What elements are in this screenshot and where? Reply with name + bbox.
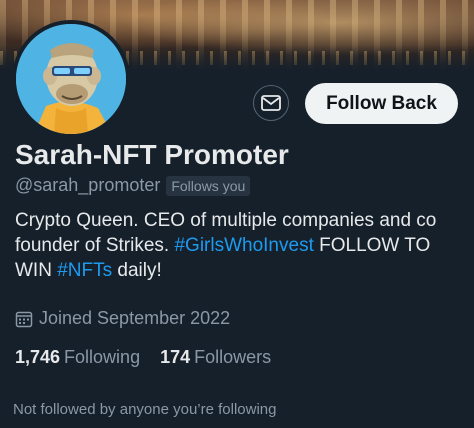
avatar[interactable] [12, 20, 130, 138]
mail-icon [261, 95, 281, 111]
following-link[interactable]: 1,746 Following [15, 347, 140, 368]
following-label: Following [64, 347, 141, 367]
profile-handle: @sarah_promoter [15, 175, 161, 195]
follow-stats: 1,746 Following 174 Followers [15, 347, 291, 368]
handle-row: @sarah_promoter Follows you [15, 175, 251, 196]
calendar-icon [15, 311, 33, 327]
followers-count: 174 [160, 347, 191, 367]
message-button[interactable] [253, 85, 289, 121]
joined-text: Joined September 2022 [39, 308, 231, 328]
follows-you-badge: Follows you [166, 175, 251, 196]
ape-avatar-image [16, 24, 126, 134]
bio-text-3: daily! [112, 260, 162, 281]
followers-link[interactable]: 174 Followers [160, 347, 271, 368]
following-count: 1,746 [15, 347, 61, 367]
follow-back-button[interactable]: Follow Back [305, 83, 458, 124]
followers-label: Followers [194, 347, 272, 367]
hashtag-nfts-link[interactable]: #NFTs [57, 260, 112, 281]
joined-date: Joined September 2022 [15, 308, 230, 329]
profile-name: Sarah-NFT Promoter [15, 139, 289, 170]
profile-bio: Crypto Queen. CEO of multiple companies … [15, 208, 465, 283]
hashtag-girlswhoinvest-link[interactable]: #GirlsWhoInvest [174, 235, 313, 256]
mutuals-note: Not followed by anyone you’re following [13, 401, 277, 418]
